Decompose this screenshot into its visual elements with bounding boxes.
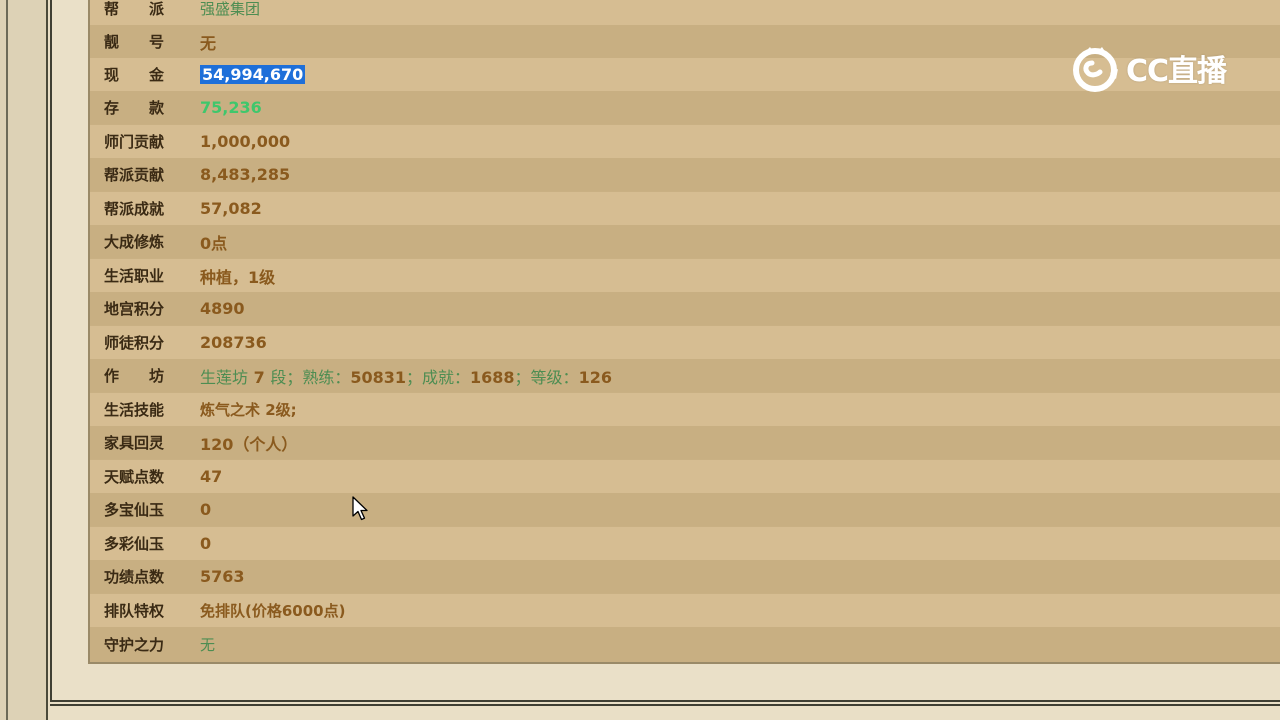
row-queue-privilege: 排队特权 免排队(价格6000点) <box>90 594 1280 627</box>
row-label: 家具回灵 <box>104 434 165 452</box>
workshop-text: ；成就： <box>406 367 471 387</box>
workshop-text: 段；熟练： <box>270 367 351 387</box>
workshop-level: 126 <box>578 367 612 387</box>
row-duobao-jade: 多宝仙玉 0 <box>90 493 1280 526</box>
selected-text[interactable]: 54,994,670 <box>200 65 306 84</box>
row-label: 存 款 <box>104 99 165 117</box>
row-label: 功绩点数 <box>104 568 165 586</box>
watermark-text: CC直播 <box>1126 54 1227 89</box>
row-talent-points: 天赋点数 47 <box>90 460 1280 493</box>
row-label: 师门贡献 <box>104 133 165 151</box>
row-school-contribution: 师门贡献 1,000,000 <box>90 125 1280 158</box>
row-value: 1,000,000 <box>200 132 291 151</box>
row-value: 47 <box>200 467 223 486</box>
row-label: 帮派成就 <box>104 200 165 218</box>
workshop-name: 生莲坊 <box>200 367 249 387</box>
row-value: 无 <box>200 33 217 53</box>
row-deposit: 存 款 75,236 <box>90 91 1280 124</box>
row-furniture-spirit: 家具回灵 120（个人） <box>90 426 1280 459</box>
row-guardian-power: 守护之力 无 <box>90 627 1280 662</box>
workshop-stage: 7 <box>253 367 265 387</box>
row-merit-points: 功绩点数 5763 <box>90 560 1280 593</box>
row-value: 种植，1级 <box>200 267 276 287</box>
cc-live-logo-icon <box>1073 47 1118 92</box>
row-label: 排队特权 <box>104 602 165 620</box>
row-label: 生活职业 <box>104 267 165 285</box>
row-value: 8,483,285 <box>200 165 291 184</box>
row-value: 75,236 <box>200 98 262 117</box>
row-value: 120（个人） <box>200 434 298 454</box>
row-value-workshop: 生莲坊 7 段；熟练：50831；成就：1688；等级：126 <box>200 364 612 388</box>
workshop-text: ；等级： <box>514 367 579 387</box>
row-guild-achievement: 帮派成就 57,082 <box>90 192 1280 225</box>
row-dungeon-points: 地宫积分 4890 <box>90 292 1280 325</box>
bottom-divider <box>50 704 1280 706</box>
row-label: 作 坊 <box>104 367 165 385</box>
row-value: 免排队(价格6000点) <box>200 602 346 620</box>
row-workshop: 作 坊 生莲坊 7 段；熟练：50831；成就：1688；等级：126 <box>90 359 1280 392</box>
row-guild-contribution: 帮派贡献 8,483,285 <box>90 158 1280 191</box>
workshop-achievement: 1688 <box>470 367 515 387</box>
row-value: 57,082 <box>200 199 262 218</box>
row-value: 无 <box>200 636 216 654</box>
row-label: 大成修炼 <box>104 233 165 251</box>
row-label: 天赋点数 <box>104 468 165 486</box>
left-border-band <box>0 0 48 720</box>
workshop-proficiency: 50831 <box>350 367 406 387</box>
row-life-skill: 生活技能 炼气之术 2级; <box>90 393 1280 426</box>
row-label: 师徒积分 <box>104 334 165 352</box>
row-value: 强盛集团 <box>200 0 261 18</box>
row-label: 多彩仙玉 <box>104 535 165 553</box>
row-label: 靓 号 <box>104 33 165 51</box>
row-guild: 帮 派 强盛集团 <box>90 0 1280 25</box>
row-label: 多宝仙玉 <box>104 501 165 519</box>
row-value-selected[interactable]: 54,994,670 <box>200 65 306 84</box>
cc-live-watermark: CC直播 <box>1070 42 1240 94</box>
row-mentor-points: 师徒积分 208736 <box>90 326 1280 359</box>
row-label: 帮 派 <box>104 0 165 18</box>
row-value: 208736 <box>200 333 267 352</box>
row-value: 4890 <box>200 299 245 318</box>
row-life-profession: 生活职业 种植，1级 <box>90 259 1280 292</box>
row-value: 0点 <box>200 233 228 253</box>
row-label: 帮派贡献 <box>104 166 165 184</box>
row-value: 5763 <box>200 567 245 586</box>
row-label: 地宫积分 <box>104 300 165 318</box>
mouse-pointer-icon <box>352 496 368 521</box>
row-value: 0 <box>200 534 212 553</box>
row-cultivation: 大成修炼 0点 <box>90 225 1280 258</box>
row-label: 守护之力 <box>104 636 165 654</box>
row-value: 炼气之术 2级; <box>200 401 297 419</box>
row-value: 0 <box>200 500 212 519</box>
row-label: 现 金 <box>104 66 165 84</box>
character-info-panel: 帮 派 强盛集团 靓 号 无 现 金 54,994,670 存 款 75,236… <box>88 0 1280 664</box>
row-label: 生活技能 <box>104 401 165 419</box>
row-duocai-jade: 多彩仙玉 0 <box>90 527 1280 560</box>
